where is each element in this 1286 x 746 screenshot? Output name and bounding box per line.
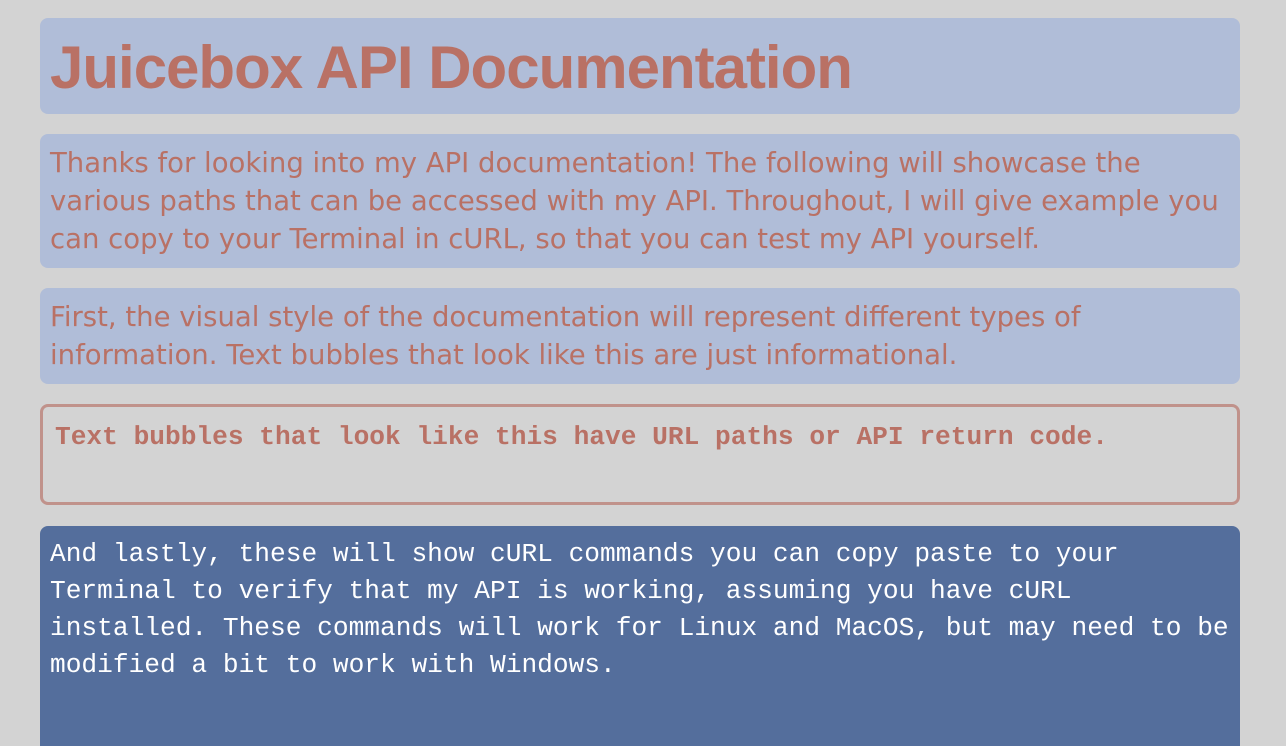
title-bubble: Juicebox API Documentation [40, 18, 1240, 114]
style-note-text: First, the visual style of the documenta… [50, 301, 1081, 371]
code-example-bubble: Text bubbles that look like this have UR… [40, 404, 1240, 505]
page-title: Juicebox API Documentation [50, 34, 853, 101]
curl-note-text[interactable]: And lastly, these will show cURL command… [50, 536, 1230, 684]
code-note-text: Text bubbles that look like this have UR… [55, 422, 1108, 452]
curl-example-bubble: And lastly, these will show cURL command… [40, 526, 1240, 746]
style-note-bubble: First, the visual style of the documenta… [40, 288, 1240, 384]
intro-bubble: Thanks for looking into my API documenta… [40, 134, 1240, 268]
intro-text: Thanks for looking into my API documenta… [50, 147, 1219, 255]
